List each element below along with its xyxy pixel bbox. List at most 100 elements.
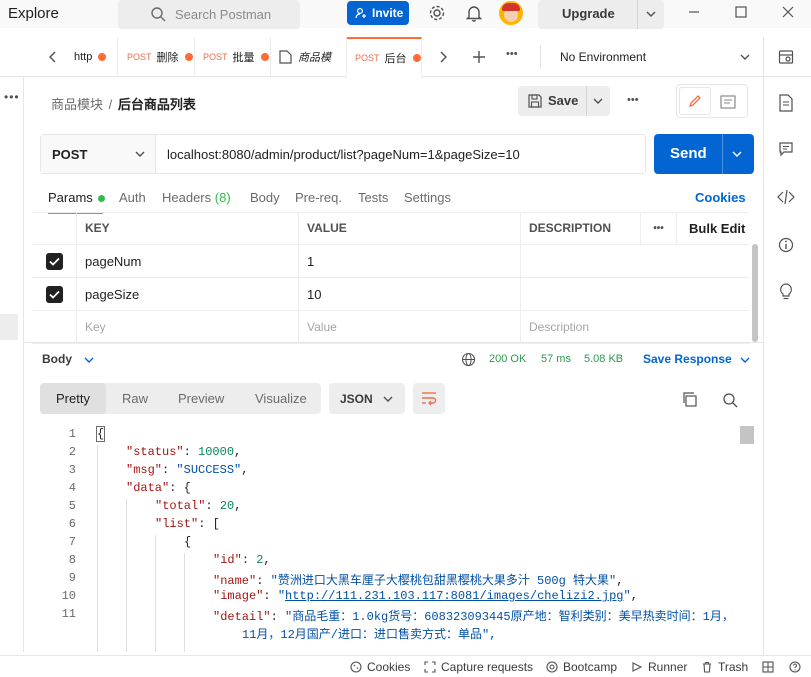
param-key[interactable]: pageSize: [77, 278, 299, 310]
response-size[interactable]: 5.08 KB: [584, 353, 623, 365]
view-tab-pretty[interactable]: Pretty: [40, 383, 106, 414]
bulk-edit-button[interactable]: Bulk Edit: [677, 212, 749, 244]
bootcamp-button[interactable]: Bootcamp: [546, 660, 617, 674]
runner-label: Runner: [648, 660, 688, 674]
send-button[interactable]: Send: [654, 134, 754, 174]
response-code-view[interactable]: 1 {2 "status": 10000, 3 "msg": "SUCCESS", 4 "d…: [24, 420, 760, 652]
explore-link[interactable]: Explore: [8, 5, 59, 22]
more-tabs-icon[interactable]: •••: [506, 48, 518, 60]
two-pane-icon[interactable]: [762, 661, 774, 673]
cookies-status-button[interactable]: Cookies: [350, 660, 410, 674]
edit-mode-button[interactable]: [679, 87, 711, 115]
chevron-right-icon[interactable]: [438, 51, 448, 63]
close-icon[interactable]: [782, 6, 794, 18]
capture-requests-button[interactable]: Capture requests: [424, 660, 533, 674]
tab-tests[interactable]: Tests: [358, 190, 388, 205]
code-scrollbar[interactable]: [740, 426, 754, 444]
more-options-icon[interactable]: •••: [4, 90, 20, 104]
url-input[interactable]: localhost:8080/admin/product/list?pageNu…: [167, 147, 520, 162]
param-key[interactable]: pageNum: [77, 245, 299, 277]
tab-auth[interactable]: Auth: [119, 190, 146, 205]
new-value-input[interactable]: Value: [299, 311, 521, 343]
avatar[interactable]: [499, 1, 523, 25]
param-value[interactable]: 1: [299, 245, 521, 277]
trash-button[interactable]: Trash: [701, 660, 748, 674]
row-checkbox[interactable]: [45, 252, 63, 270]
tab-method: POST: [355, 53, 380, 63]
invite-button[interactable]: Invite: [347, 1, 409, 25]
code-icon[interactable]: [777, 189, 795, 205]
save-response-button[interactable]: Save Response: [643, 352, 751, 366]
tab-params[interactable]: Params: [48, 190, 105, 205]
maximize-icon[interactable]: [735, 6, 747, 18]
header-description: DESCRIPTION: [521, 212, 641, 244]
json-punctuation: :: [205, 499, 220, 513]
wrap-lines-button[interactable]: [413, 383, 445, 414]
search-input[interactable]: Search Postman: [118, 0, 300, 29]
new-description-input[interactable]: Description: [521, 311, 749, 343]
param-description[interactable]: [521, 245, 749, 277]
comments-icon[interactable]: [778, 141, 794, 157]
cookies-link[interactable]: Cookies: [695, 190, 746, 205]
save-button[interactable]: Save: [518, 86, 610, 116]
tab-batch[interactable]: POST 批量: [195, 37, 271, 77]
lightbulb-icon[interactable]: [778, 283, 794, 301]
upgrade-button[interactable]: Upgrade: [538, 0, 664, 29]
json-punctuation: ,: [616, 574, 624, 588]
tab-params-label: Params: [48, 190, 93, 205]
chevron-left-icon[interactable]: [48, 51, 58, 63]
params-header-row: KEY VALUE DESCRIPTION ••• Bulk Edit: [32, 212, 749, 245]
response-status[interactable]: 200 OK: [489, 353, 526, 365]
method-select[interactable]: POST: [41, 135, 156, 173]
bootcamp-label: Bootcamp: [563, 660, 618, 674]
minimize-icon[interactable]: [688, 6, 700, 18]
row-checkbox[interactable]: [45, 285, 63, 303]
sidebar-selected-item[interactable]: [0, 314, 18, 340]
response-time[interactable]: 57 ms: [541, 353, 571, 365]
environment-select[interactable]: No Environment: [560, 50, 646, 64]
tab-body[interactable]: Body: [250, 190, 280, 205]
documentation-icon[interactable]: [778, 94, 794, 112]
tab-http[interactable]: http: [66, 37, 118, 77]
search-icon[interactable]: [722, 392, 738, 408]
response-body-select[interactable]: Body: [42, 352, 95, 366]
request-bar: POST localhost:8080/admin/product/list?p…: [40, 134, 646, 174]
json-punctuation: :: [198, 517, 213, 531]
document-view-icon[interactable]: [720, 95, 736, 109]
tab-collection[interactable]: 商品模: [271, 37, 347, 77]
table-options-icon[interactable]: •••: [641, 212, 677, 244]
params-scrollbar[interactable]: [752, 244, 758, 342]
info-icon[interactable]: [778, 237, 794, 253]
bell-icon[interactable]: [466, 4, 482, 22]
view-tab-visualize[interactable]: Visualize: [255, 391, 307, 406]
json-key: "detail": [213, 610, 271, 624]
line-number: 4: [68, 481, 76, 495]
code-line: "status": 10000,: [126, 445, 241, 459]
format-select[interactable]: JSON: [329, 383, 405, 414]
globe-icon[interactable]: [461, 352, 476, 367]
more-actions-icon[interactable]: •••: [627, 94, 639, 106]
breadcrumb-current[interactable]: 后台商品列表: [118, 97, 196, 112]
json-key: "total": [155, 499, 206, 513]
runner-button[interactable]: Runner: [631, 660, 687, 674]
view-tab-raw[interactable]: Raw: [122, 391, 148, 406]
breadcrumb-parent[interactable]: 商品模块: [51, 97, 103, 112]
view-tab-preview[interactable]: Preview: [178, 391, 224, 406]
table-row: pageSize 10: [32, 278, 749, 311]
tab-settings[interactable]: Settings: [404, 190, 451, 205]
param-value[interactable]: 10: [299, 278, 521, 310]
tab-prereq[interactable]: Pre-req.: [295, 190, 342, 205]
chevron-down-icon: [383, 396, 393, 402]
chevron-down-icon[interactable]: [739, 52, 751, 62]
environment-quicklook-icon[interactable]: [778, 49, 794, 65]
plus-icon[interactable]: [472, 50, 486, 64]
tab-active[interactable]: POST 后台: [347, 37, 422, 77]
help-icon[interactable]: [789, 661, 801, 673]
tab-delete[interactable]: POST 删除: [119, 37, 195, 77]
param-description[interactable]: [521, 278, 749, 310]
copy-icon[interactable]: [682, 392, 697, 407]
new-key-input[interactable]: Key: [77, 311, 299, 343]
tab-headers[interactable]: Headers (8): [162, 190, 231, 205]
json-link: http://111.231.103.117:8081/images/cheli…: [285, 589, 624, 603]
gear-icon[interactable]: [428, 4, 446, 22]
